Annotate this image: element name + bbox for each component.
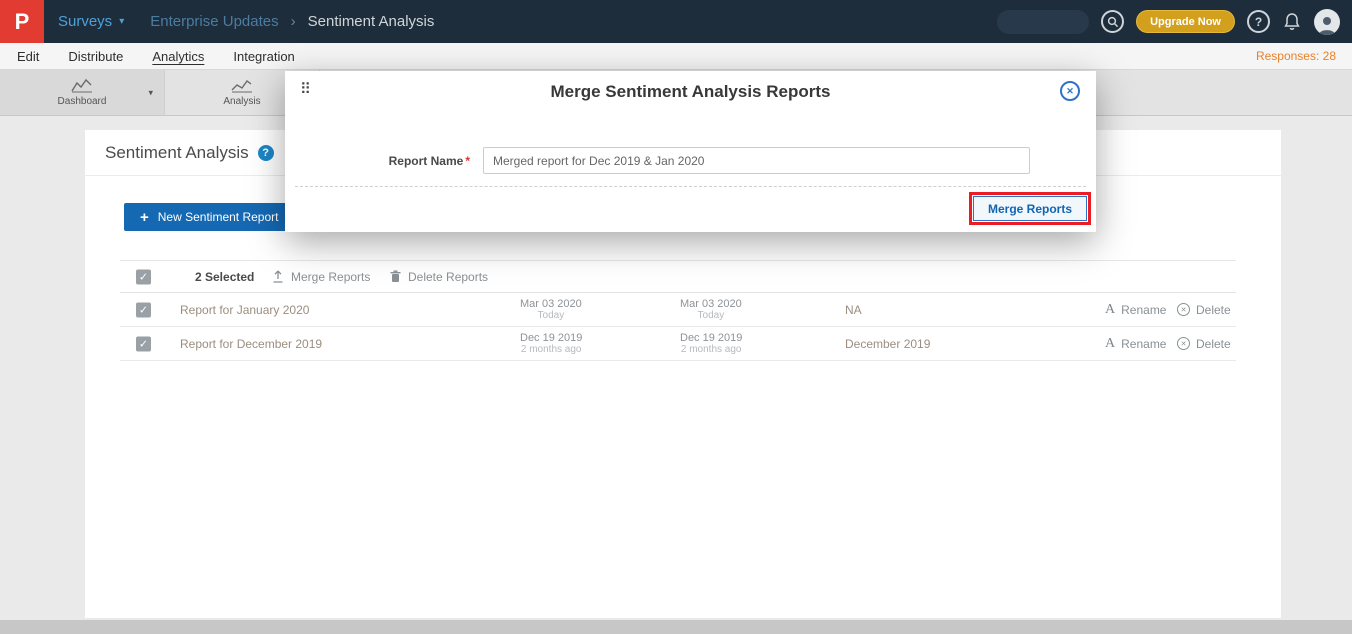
selected-count: 2 Selected (195, 261, 254, 292)
merge-reports-submit-button[interactable]: Merge Reports (973, 196, 1087, 221)
tab-edit[interactable]: Edit (17, 49, 39, 64)
rename-label: Rename (1121, 303, 1166, 317)
help-icon[interactable]: ? (1247, 10, 1270, 33)
plus-icon: + (140, 209, 149, 226)
tab-analytics[interactable]: Analytics (152, 49, 204, 64)
rename-icon: A (1105, 302, 1115, 318)
row-checkbox[interactable]: ✓ (136, 302, 151, 317)
surveys-menu[interactable]: Surveys ▾ (58, 13, 124, 30)
user-avatar[interactable] (1314, 9, 1340, 35)
report-name[interactable]: Report for January 2020 (180, 293, 309, 326)
modified-date: Mar 03 2020 Today (680, 293, 742, 326)
topnav-actions: Upgrade Now ? (997, 9, 1352, 35)
scatter-chart-icon (231, 78, 253, 93)
rename-button[interactable]: A Rename (1105, 327, 1166, 360)
report-name[interactable]: Report for December 2019 (180, 327, 322, 360)
line-chart-icon (71, 78, 93, 93)
check-icon: ✓ (139, 303, 148, 316)
merge-reports-action-label: Merge Reports (291, 270, 370, 284)
modal-title: Merge Sentiment Analysis Reports (285, 82, 1096, 102)
modified-date-value: Mar 03 2020 (680, 298, 742, 310)
select-all-checkbox[interactable]: ✓ (136, 269, 151, 284)
delete-button[interactable]: ✕ Delete (1177, 327, 1231, 360)
rename-label: Rename (1121, 337, 1166, 351)
x-glyph: ✕ (1181, 340, 1187, 348)
search-icon[interactable] (1101, 10, 1124, 33)
upgrade-now-button[interactable]: Upgrade Now (1136, 10, 1235, 33)
trash-icon (390, 270, 401, 283)
row-checkbox[interactable]: ✓ (136, 336, 151, 351)
modal-footer-divider (295, 186, 1086, 187)
surveys-menu-label: Surveys (58, 13, 112, 30)
created-date-relative: 2 months ago (521, 344, 582, 356)
breadcrumb-parent[interactable]: Enterprise Updates (150, 13, 278, 30)
reports-table: ✓ 2 Selected Merge Reports Delete Report… (120, 260, 1236, 361)
responses-count[interactable]: Responses: 28 (1256, 49, 1352, 63)
required-marker: * (465, 154, 470, 168)
chevron-down-icon: ▾ (119, 16, 124, 27)
merge-reports-action[interactable]: Merge Reports (272, 261, 370, 292)
report-period: NA (845, 293, 862, 326)
new-sentiment-report-button[interactable]: + New Sentiment Report (124, 203, 295, 231)
delete-icon: ✕ (1177, 337, 1190, 350)
selection-bar: ✓ 2 Selected Merge Reports Delete Report… (120, 260, 1236, 293)
check-icon: ✓ (139, 337, 148, 350)
created-date-value: Mar 03 2020 (520, 298, 582, 310)
toolbar-dashboard[interactable]: Dashboard ▾ (0, 70, 165, 115)
delete-reports-action[interactable]: Delete Reports (390, 261, 488, 292)
created-date-relative: Today (538, 310, 565, 322)
modified-date-value: Dec 19 2019 (680, 332, 742, 344)
chevron-down-icon[interactable]: ▾ (148, 87, 153, 98)
tab-integration[interactable]: Integration (233, 49, 294, 64)
page-help-icon[interactable]: ? (258, 145, 274, 161)
rename-icon: A (1105, 336, 1115, 352)
toolbar-dashboard-label: Dashboard (58, 96, 107, 107)
table-row[interactable]: ✓ Report for January 2020 Mar 03 2020 To… (120, 293, 1236, 327)
page-footer (0, 620, 1352, 634)
created-date: Dec 19 2019 2 months ago (520, 327, 582, 360)
created-date-value: Dec 19 2019 (520, 332, 582, 344)
modified-date-relative: Today (698, 310, 725, 322)
breadcrumb: Enterprise Updates › Sentiment Analysis (150, 13, 434, 30)
report-name-label-text: Report Name (389, 154, 464, 168)
report-name-input[interactable] (483, 147, 1030, 174)
toolbar-analysis-label: Analysis (223, 96, 260, 107)
delete-label: Delete (1196, 303, 1231, 317)
tab-distribute[interactable]: Distribute (68, 49, 123, 64)
report-period: December 2019 (845, 327, 930, 360)
report-name-label: Report Name* (285, 154, 470, 168)
search-input[interactable] (997, 10, 1089, 34)
modified-date-relative: 2 months ago (681, 344, 742, 356)
survey-tabbar: Edit Distribute Analytics Integration Re… (0, 43, 1352, 70)
click-target-highlight: Merge Reports (969, 192, 1091, 225)
table-row[interactable]: ✓ Report for December 2019 Dec 19 2019 2… (120, 327, 1236, 361)
top-navbar: P Surveys ▾ Enterprise Updates › Sentime… (0, 0, 1352, 43)
delete-icon: ✕ (1177, 303, 1190, 316)
x-glyph: ✕ (1181, 306, 1187, 314)
page-title: Sentiment Analysis (105, 143, 249, 163)
created-date: Mar 03 2020 Today (520, 293, 582, 326)
new-sentiment-report-label: New Sentiment Report (158, 210, 279, 224)
breadcrumb-separator-icon: › (291, 13, 296, 30)
delete-label: Delete (1196, 337, 1231, 351)
x-glyph: ✕ (1066, 86, 1074, 97)
close-icon[interactable]: ✕ (1060, 81, 1080, 101)
delete-reports-action-label: Delete Reports (408, 270, 488, 284)
app-screen: P Surveys ▾ Enterprise Updates › Sentime… (0, 0, 1352, 634)
delete-button[interactable]: ✕ Delete (1177, 293, 1231, 326)
merge-icon (272, 270, 284, 283)
rename-button[interactable]: A Rename (1105, 293, 1166, 326)
modified-date: Dec 19 2019 2 months ago (680, 327, 742, 360)
notifications-bell-icon[interactable] (1282, 12, 1302, 32)
check-icon: ✓ (139, 270, 148, 283)
brand-logo: P (0, 0, 44, 43)
breadcrumb-current: Sentiment Analysis (308, 13, 435, 30)
merge-reports-modal: ⠿ Merge Sentiment Analysis Reports ✕ Rep… (285, 71, 1096, 232)
